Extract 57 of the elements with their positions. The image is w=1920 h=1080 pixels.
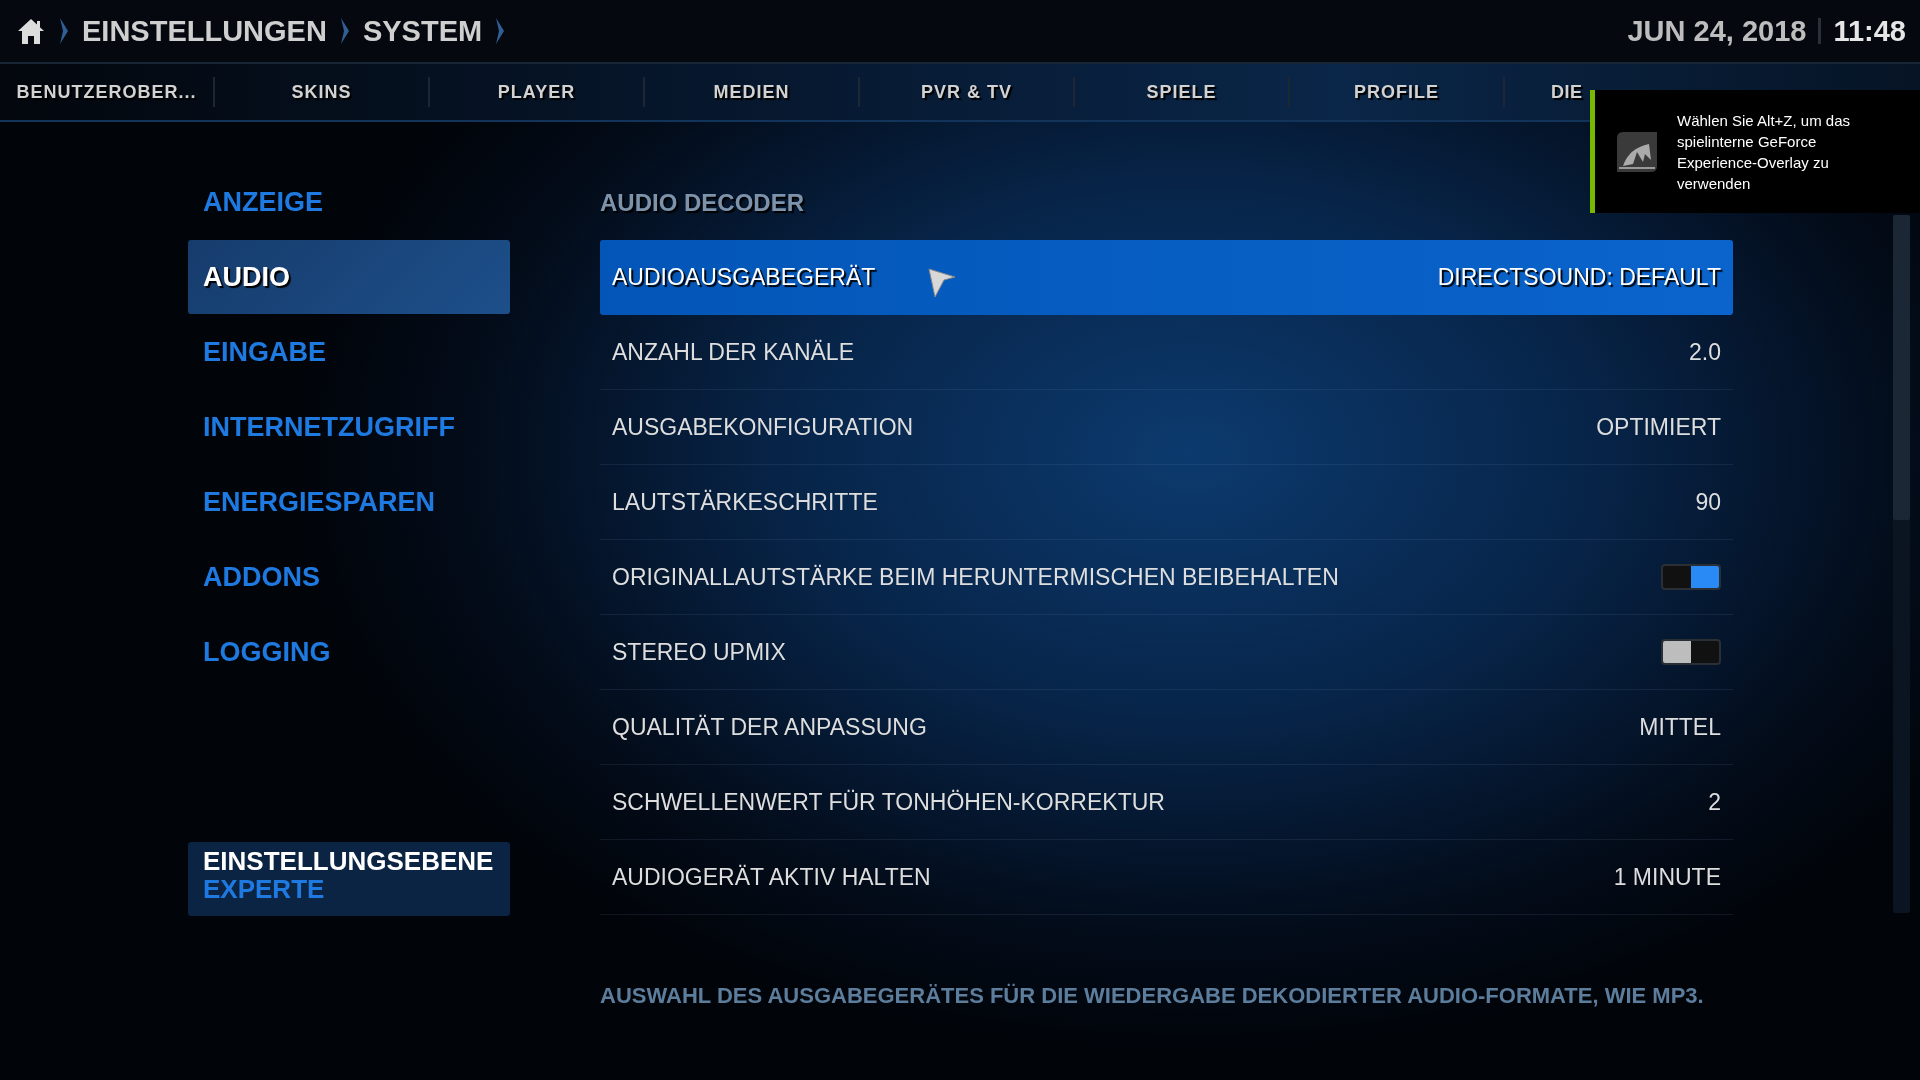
logo-icon [1615, 129, 1659, 174]
setting-label: SCHWELLENWERT FÜR TONHÖHEN-KORREKTUR [612, 788, 1165, 816]
sidebar-item[interactable]: ANZEIGE [188, 165, 510, 240]
setting-row[interactable]: SCHWELLENWERT FÜR TONHÖHEN-KORREKTUR 2 [600, 765, 1733, 840]
setting-value: 90 [1695, 488, 1721, 516]
sidebar-item[interactable]: ADDONS [188, 540, 510, 615]
sidebar-item[interactable]: AUDIO [188, 240, 510, 314]
category-tab[interactable]: BENUTZEROBER... [0, 77, 215, 107]
setting-row[interactable]: ANZAHL DER KANÄLE 2.0 [600, 315, 1733, 390]
setting-value: MITTEL [1639, 713, 1721, 741]
notification-text: Wählen Sie Alt+Z, um das spielinterne GeForce Experience-Overlay zu verwenden [1677, 110, 1851, 194]
sidebar-item[interactable]: ENERGIESPAREN [188, 465, 510, 540]
chevron-icon [338, 17, 351, 45]
category-tab[interactable]: SPIELE [1075, 77, 1290, 107]
setting-row[interactable]: STEREO UPMIX [600, 615, 1733, 690]
category-tab[interactable]: PVR & TV [860, 77, 1075, 107]
setting-description: AUSWAHL DES AUSGABEGERÄTES FÜR DIE WIEDERGABE DEKODIERTER AUDIO-FORMATE, WIE MP3. [600, 983, 1705, 1009]
setting-row[interactable]: LAUTSTÄRKESCHRITTE 90 [600, 465, 1733, 540]
setting-row[interactable]: AUSGABEKONFIGURATION OPTIMIERT [600, 390, 1733, 465]
setting-label: AUDIOAUSGABEGERÄT [612, 263, 876, 291]
sidebar-item[interactable]: EINGABE [188, 315, 510, 390]
mouse-pointer-icon [928, 268, 956, 298]
setting-label: LAUTSTÄRKESCHRITTE [612, 488, 878, 516]
setting-value: 2 [1708, 788, 1721, 816]
date-text: JUN 24, 2018 [1627, 14, 1807, 48]
category-tab[interactable]: DIE [1551, 77, 1583, 107]
setting-row[interactable]: ORIGINALLAUTSTÄRKE BEIM HERUNTERMISCHEN BEIBEHALTEN [600, 540, 1733, 615]
setting-row[interactable]: AUDIOGERÄT AKTIV HALTEN 1 MINUTE [600, 840, 1733, 915]
setting-label: ORIGINALLAUTSTÄRKE BEIM HERUNTERMISCHEN BEIBEHALTEN [612, 563, 1339, 591]
category-tab[interactable]: SKINS [215, 77, 430, 107]
setting-label: STEREO UPMIX [612, 638, 786, 666]
chevron-icon [494, 17, 507, 45]
sidebar-item[interactable]: LOGGING [188, 615, 510, 690]
setting-value: 1 MINUTE [1613, 863, 1721, 891]
setting-value: DIRECTSOUND: DEFAULT [1437, 263, 1721, 291]
breadcrumb-item[interactable]: SYSTEM [362, 14, 483, 48]
setting-label: AUSGABEKONFIGURATION [612, 413, 914, 441]
home-icon[interactable] [16, 17, 46, 45]
section-title: AUDIO DECODER [600, 188, 804, 217]
setting-row[interactable]: AUDIOAUSGABEGERÄT DIRECTSOUND: DEFAULT [600, 240, 1733, 315]
setting-row[interactable]: QUALITÄT DER ANPASSUNG MITTEL [600, 690, 1733, 765]
scrollbar[interactable] [1893, 215, 1910, 913]
category-tab[interactable]: PLAYER [430, 77, 645, 107]
toggle-switch[interactable] [1661, 639, 1721, 665]
setting-value: OPTIMIERT [1596, 413, 1721, 441]
breadcrumb-item[interactable]: EINSTELLUNGEN [82, 14, 327, 48]
clock-time: 11:48 [1833, 14, 1906, 48]
toggle-switch[interactable] [1661, 564, 1721, 590]
settings-level-button[interactable]: EINSTELLUNGSEBENE EXPERTE [188, 842, 510, 916]
category-tab[interactable]: PROFILE [1290, 77, 1505, 107]
category-tab[interactable]: MEDIEN [645, 77, 860, 107]
setting-label: QUALITÄT DER ANPASSUNG [612, 713, 927, 741]
chevron-icon [58, 17, 70, 45]
setting-label: ANZAHL DER KANÄLE [612, 338, 854, 366]
setting-value: 2.0 [1689, 338, 1721, 366]
sidebar-item[interactable]: INTERNETZUGRIFF [188, 390, 510, 465]
setting-label: AUDIOGERÄT AKTIV HALTEN [612, 863, 931, 891]
